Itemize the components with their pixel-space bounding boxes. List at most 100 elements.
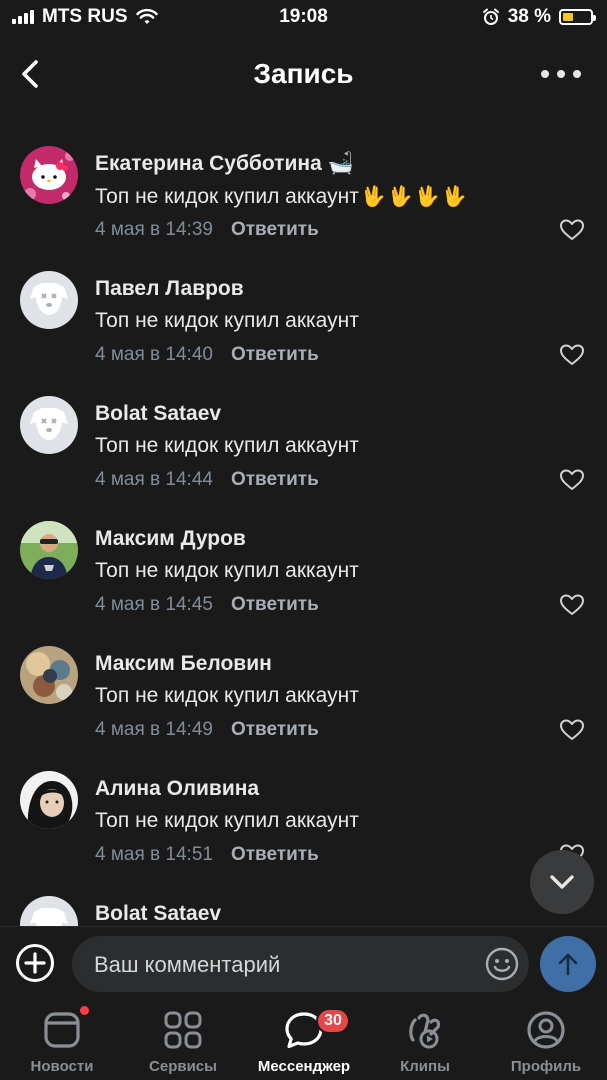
comment-text: Топ не кидок купил аккаунт [95, 434, 359, 457]
profile-icon [527, 1011, 565, 1049]
comment-meta: 4 мая в 14:40 Ответить [95, 344, 319, 366]
comment-date: 4 мая в 14:45 [95, 594, 213, 615]
send-button[interactable] [540, 936, 596, 992]
like-button[interactable] [559, 718, 585, 742]
like-button[interactable] [559, 218, 585, 242]
header: Запись [0, 40, 607, 110]
comment-author[interactable]: Екатерина Субботина 🛁 [95, 152, 354, 176]
comment-text-body: Топ не кидок купил аккаунт [95, 185, 359, 208]
more-button[interactable] [541, 62, 581, 86]
tab-services[interactable]: Сервисы [123, 1000, 243, 1080]
comment-text: Топ не кидок купил аккаунт [95, 309, 359, 332]
tab-news[interactable]: Новости [2, 1000, 122, 1080]
comment-author[interactable]: Bolat Sataev [95, 402, 221, 426]
comment-text: Топ не кидок купил аккаунт [95, 809, 359, 832]
comment-composer [0, 926, 607, 1001]
tab-label: Клипы [400, 1058, 450, 1075]
reply-button[interactable]: Ответить [231, 594, 319, 615]
reply-button[interactable]: Ответить [231, 344, 319, 365]
comment-item: Максим Беловин Топ не кидок купил аккаун… [0, 626, 607, 746]
comment-meta: 4 мая в 14:45 Ответить [95, 594, 319, 616]
tab-messenger[interactable]: 30 Мессенджер [244, 1000, 364, 1080]
reply-button[interactable]: Ответить [231, 844, 319, 865]
tab-label: Мессенджер [257, 1058, 351, 1075]
tab-label: Новости [30, 1058, 94, 1075]
tab-label: Профиль [510, 1058, 582, 1075]
news-notification-dot [80, 1006, 89, 1015]
messenger-badge: 30 [316, 1008, 350, 1034]
avatar[interactable] [20, 271, 78, 329]
status-bar: MTS RUS 19:08 38 % [0, 0, 607, 34]
arrow-up-icon [558, 953, 578, 976]
avatar[interactable] [20, 896, 78, 926]
status-right: 38 % [482, 6, 596, 28]
comment-author[interactable]: Павел Лавров [95, 277, 244, 301]
heart-icon [560, 719, 584, 740]
bathtub-emoji: 🛁 [327, 152, 354, 175]
like-button[interactable] [559, 468, 585, 492]
avatar[interactable] [20, 646, 78, 704]
comment-item: Максим Дуров Топ не кидок купил аккаунт … [0, 501, 607, 621]
hand-emoji: 🖖 [360, 186, 386, 208]
alarm-icon [482, 8, 499, 25]
plus-circle-icon [16, 944, 54, 982]
comment-author[interactable]: Максим Дуров [95, 527, 246, 551]
tab-label: Сервисы [149, 1058, 217, 1075]
comment-text: Топ не кидок купил аккаунт 🖖 🖖 🖖 🖖 [95, 184, 466, 209]
user-photo-icon [20, 521, 78, 579]
tab-clips[interactable]: Клипы [365, 1000, 485, 1080]
comment-author[interactable]: Bolat Sataev [95, 902, 221, 926]
comment-input[interactable] [92, 936, 476, 994]
comment-date: 4 мая в 14:39 [95, 219, 213, 240]
bottom-tab-bar: Новости Сервисы 30 Мессенджер Клипы Проф… [0, 1000, 607, 1080]
comment-date: 4 мая в 14:49 [95, 719, 213, 740]
heart-icon [560, 594, 584, 615]
page-title: Запись [253, 58, 354, 89]
avatar[interactable] [20, 521, 78, 579]
comment-author[interactable]: Максим Беловин [95, 652, 272, 676]
comment-meta: 4 мая в 14:51 Ответить [95, 844, 319, 866]
comment-meta: 4 мая в 14:39 Ответить [95, 219, 319, 241]
user-photo-icon [20, 771, 78, 829]
scroll-down-button[interactable] [530, 850, 594, 914]
like-button[interactable] [559, 343, 585, 367]
avatar[interactable] [20, 771, 78, 829]
more-dot [557, 70, 565, 78]
user-photo-icon [20, 646, 78, 704]
hand-emoji: 🖖 [387, 186, 413, 208]
battery-icon [559, 9, 596, 25]
attach-button[interactable] [15, 943, 55, 983]
comment-author[interactable]: Алина Оливина [95, 777, 259, 801]
comment-date: 4 мая в 14:51 [95, 844, 213, 865]
comment-date: 4 мая в 14:44 [95, 469, 213, 490]
reply-button[interactable]: Ответить [231, 219, 319, 240]
comment-item: Екатерина Субботина 🛁 Топ не кидок купил… [0, 126, 607, 246]
avatar[interactable] [20, 396, 78, 454]
like-button[interactable] [559, 593, 585, 617]
comments-list: Екатерина Субботина 🛁 Топ не кидок купил… [0, 126, 607, 926]
reply-button[interactable]: Ответить [231, 719, 319, 740]
comment-text: Топ не кидок купил аккаунт [95, 684, 359, 707]
reply-button[interactable]: Ответить [231, 469, 319, 490]
comment-input-box [72, 936, 529, 994]
deactivated-dog-icon [20, 896, 78, 926]
author-name: Екатерина Субботина [95, 152, 322, 175]
smile-icon [485, 947, 519, 981]
heart-icon [560, 219, 584, 240]
hello-kitty-avatar-icon [20, 146, 78, 204]
heart-icon [560, 344, 584, 365]
tab-profile[interactable]: Профиль [486, 1000, 606, 1080]
deactivated-dog-icon [20, 396, 78, 454]
comment-text: Топ не кидок купил аккаунт [95, 559, 359, 582]
avatar[interactable] [20, 146, 78, 204]
hand-emoji: 🖖 [441, 186, 467, 208]
comment-meta: 4 мая в 14:44 Ответить [95, 469, 319, 491]
more-dot [541, 70, 549, 78]
news-icon [44, 1012, 80, 1048]
comment-item: Алина Оливина Топ не кидок купил аккаунт… [0, 751, 607, 871]
battery-fill [563, 13, 573, 21]
hand-emoji: 🖖 [414, 186, 440, 208]
emoji-button[interactable] [485, 947, 519, 981]
more-dot [573, 70, 581, 78]
clips-icon [409, 1013, 441, 1049]
